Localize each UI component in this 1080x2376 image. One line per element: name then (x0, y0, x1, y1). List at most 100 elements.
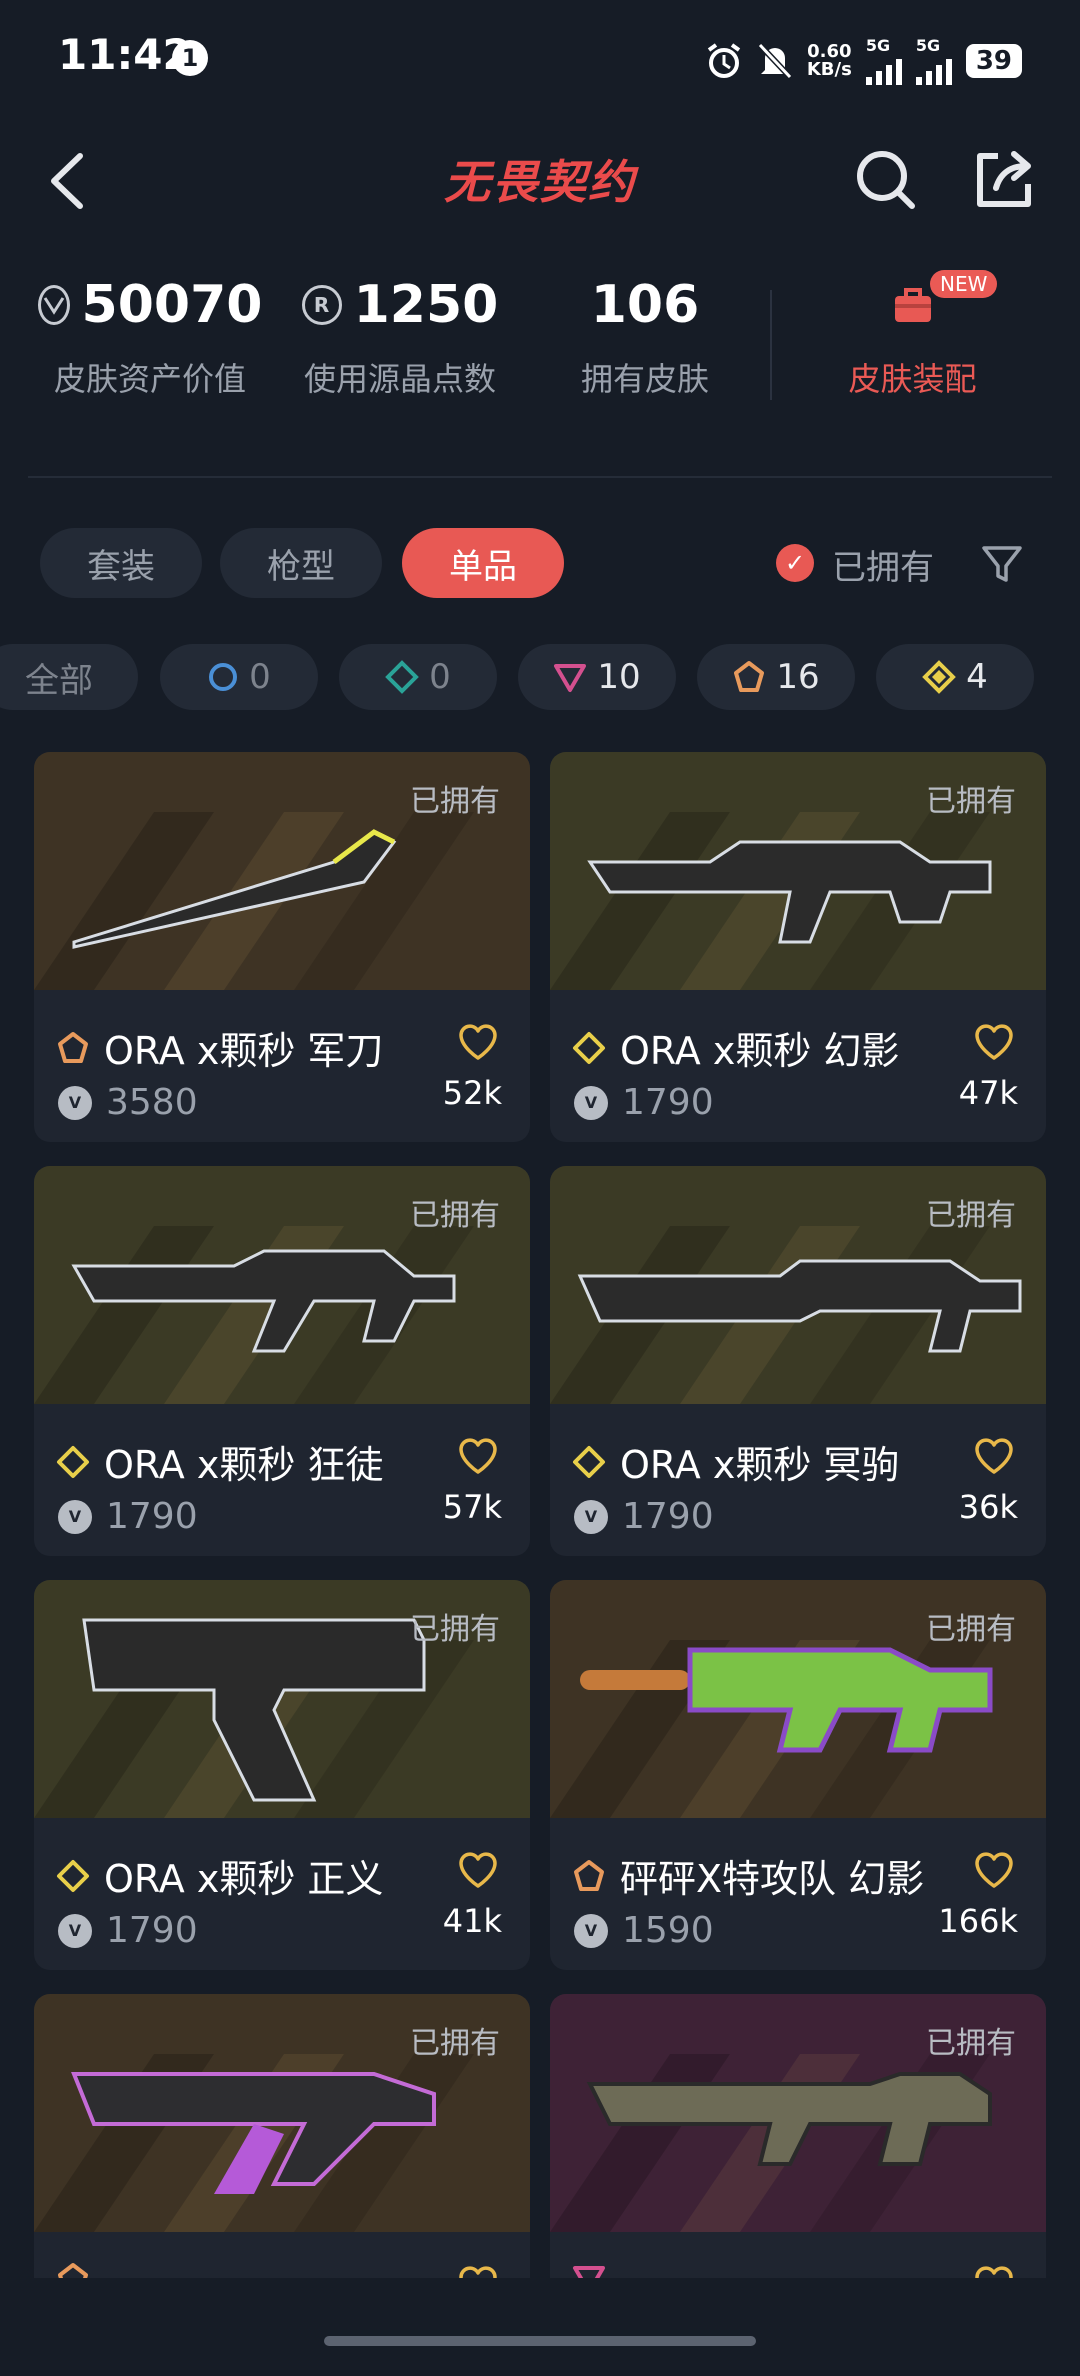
skin-card-8[interactable]: 已拥有 V (550, 1994, 1046, 2278)
skin-name: ORA x颗秒 正义 (104, 1857, 384, 1901)
stat-value: 1250 (353, 275, 499, 335)
tier-filter-row: 全部 0 0 10 16 4 (0, 644, 1080, 710)
tier-ultra[interactable]: 4 (876, 644, 1034, 710)
owned-tag: 已拥有 (410, 1612, 500, 1647)
vp-coin-icon: V (574, 1085, 608, 1120)
skin-name: ORA x颗秒 冥驹 (620, 1443, 900, 1487)
skin-card-4[interactable]: 已拥有 ORA x颗秒 冥驹 V 1790 36k (550, 1166, 1046, 1556)
likes-count: 47k (958, 1074, 1018, 1112)
tier-label: 全部 (25, 660, 93, 701)
skin-price: 3580 (106, 1082, 198, 1123)
stat-skin-value: 50070 皮肤资产价值 (37, 270, 262, 400)
heart-icon[interactable] (456, 1020, 500, 1064)
skin-name: 砰砰X特攻队 幻影 (620, 1857, 925, 1901)
net-type-label: 5G (865, 36, 891, 55)
net-type-label: 5G (915, 36, 941, 55)
mute-icon (757, 42, 793, 79)
likes-count: 57k (442, 1488, 502, 1526)
skin-card-1[interactable]: 已拥有 ORA x颗秒 军刀 V 3580 52k (34, 752, 530, 1142)
skin-card-6[interactable]: 已拥有 砰砰X特攻队 幻影 V 1590 166k (550, 1580, 1046, 1970)
skin-name: ORA x颗秒 狂徒 (104, 1443, 384, 1487)
heart-icon[interactable] (972, 1848, 1016, 1892)
deluxe-tier-icon (385, 660, 420, 694)
share-icon[interactable] (968, 144, 1038, 214)
search-icon[interactable] (850, 144, 920, 214)
skin-image: 已拥有 (550, 1994, 1046, 2232)
battery-icon: 39 (965, 43, 1022, 78)
stat-owned-skins: 106 拥有皮肤 (555, 270, 735, 400)
stats-divider (770, 290, 772, 400)
tier-icon (58, 1031, 88, 1063)
tab-single-item[interactable]: 单品 (402, 528, 564, 598)
heart-icon[interactable] (972, 1434, 1016, 1478)
owned-tag: 已拥有 (926, 2026, 1016, 2061)
tier-icon (574, 1859, 604, 1891)
tier-count: 0 (249, 657, 271, 697)
exclusive-tier-icon (734, 661, 765, 692)
owned-tag: 已拥有 (926, 784, 1016, 819)
tier-premium[interactable]: 10 (518, 644, 676, 710)
radianite-icon: R (301, 285, 342, 325)
skin-card-2[interactable]: 已拥有 ORA x颗秒 幻影 V 1790 47k (550, 752, 1046, 1142)
tab-weapon-type[interactable]: 枪型 (220, 528, 382, 598)
skin-card-3[interactable]: 已拥有 ORA x颗秒 狂徒 V 1790 57k (34, 1166, 530, 1556)
divider (28, 476, 1052, 478)
signal-2: 5G (915, 36, 952, 85)
skin-card-5[interactable]: 已拥有 ORA x颗秒 正义 V 1790 41k (34, 1580, 530, 1970)
vp-coin-icon (37, 285, 70, 325)
vp-coin-icon: V (574, 1913, 608, 1948)
owned-tag: 已拥有 (410, 1198, 500, 1233)
tier-deluxe[interactable]: 0 (339, 644, 497, 710)
tier-icon (573, 2266, 605, 2278)
skin-image: 已拥有 (550, 752, 1046, 990)
heart-icon[interactable] (972, 1020, 1016, 1064)
vp-coin-icon: V (58, 1499, 92, 1534)
skin-image: 已拥有 (34, 752, 530, 990)
skin-image: 已拥有 (550, 1580, 1046, 1818)
heart-icon[interactable] (456, 2262, 500, 2278)
stat-radianite: R 1250 使用源晶点数 (290, 270, 510, 400)
tier-count: 10 (597, 657, 641, 697)
heart-icon[interactable] (456, 1848, 500, 1892)
likes-count: 52k (442, 1074, 502, 1112)
signal-bars-icon (915, 55, 952, 85)
skin-image: 已拥有 (550, 1166, 1046, 1404)
home-indicator[interactable] (324, 2336, 756, 2346)
filter-row: 套装 枪型 单品 ✓ 已拥有 (0, 528, 1080, 598)
skin-card-7[interactable]: 已拥有 V (34, 1994, 530, 2278)
skin-price: 1790 (106, 1496, 198, 1537)
filter-icon[interactable] (980, 542, 1024, 586)
status-icons: 0.60 KB/s 5G 5G 39 (705, 36, 1022, 85)
owned-toggle-label[interactable]: 已拥有 (832, 540, 934, 589)
status-bar: 11:42 1 0.60 KB/s 5G 5G 39 (0, 0, 1080, 120)
skin-price: 1790 (106, 1910, 198, 1951)
ultra-tier-icon (922, 660, 957, 694)
tier-select[interactable]: 0 (160, 644, 318, 710)
skin-name: ORA x颗秒 幻影 (620, 1029, 900, 1073)
signal-bars-icon (865, 55, 902, 85)
stats-bar: 50070 皮肤资产价值 R 1250 使用源晶点数 106 拥有皮肤 皮肤装配 (0, 270, 1080, 430)
app-header: 无畏契约 (0, 130, 1080, 230)
net-speed-unit: KB/s (806, 58, 852, 80)
heart-icon[interactable] (972, 2262, 1016, 2278)
tier-icon (57, 1445, 89, 1478)
skin-image: 已拥有 (34, 1166, 530, 1404)
heart-icon[interactable] (456, 1434, 500, 1478)
skin-price: 1790 (622, 1082, 714, 1123)
owned-tag: 已拥有 (410, 784, 500, 819)
owned-checkbox[interactable]: ✓ (776, 544, 814, 582)
tier-icon (57, 1859, 89, 1892)
premium-tier-icon (554, 664, 587, 692)
likes-count: 41k (442, 1902, 502, 1940)
tier-exclusive[interactable]: 16 (697, 644, 855, 710)
signal-1: 5G (865, 36, 902, 85)
equip-bag-icon (894, 288, 931, 322)
owned-tag: 已拥有 (926, 1198, 1016, 1233)
tier-all[interactable]: 全部 (0, 644, 138, 710)
likes-count: 166k (938, 1902, 1018, 1940)
likes-count: 36k (958, 1488, 1018, 1526)
skin-image: 已拥有 (34, 1580, 530, 1818)
tab-set[interactable]: 套装 (40, 528, 202, 598)
skin-price: 1590 (622, 1910, 714, 1951)
skin-image: 已拥有 (34, 1994, 530, 2232)
